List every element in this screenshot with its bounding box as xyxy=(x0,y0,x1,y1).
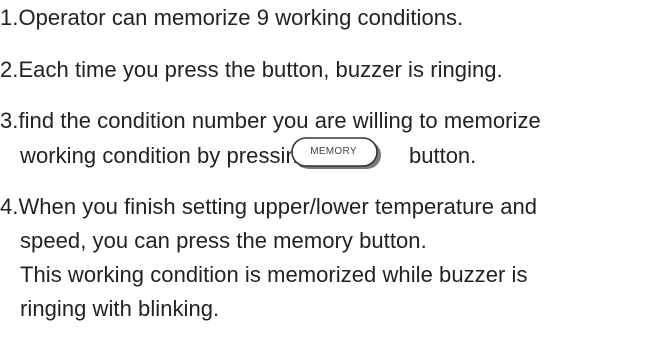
instruction-item-4-line-2: speed, you can press the memory button. xyxy=(20,228,427,253)
instruction-item-3-line-2-end: button. xyxy=(409,143,477,168)
instruction-item-4-line-1: 4.When you finish setting upper/lower te… xyxy=(0,194,538,219)
instruction-page: 1.Operator can memorize 9 working condit… xyxy=(0,0,663,363)
instruction-item-4-line-3: This working condition is memorized whil… xyxy=(20,262,528,287)
instruction-item-2: 2.Each time you press the button, buzzer… xyxy=(0,57,503,82)
memory-button: MEMORY xyxy=(291,137,383,171)
instruction-item-1: 1.Operator can memorize 9 working condit… xyxy=(0,5,464,30)
instruction-item-3-line-1: 3.find the condition number you are will… xyxy=(0,108,541,133)
memory-button-label: MEMORY xyxy=(310,146,357,157)
instruction-item-4-line-4: ringing with blinking. xyxy=(20,296,220,321)
instruction-item-3-line-2: working condition by pressing xyxy=(20,143,311,168)
